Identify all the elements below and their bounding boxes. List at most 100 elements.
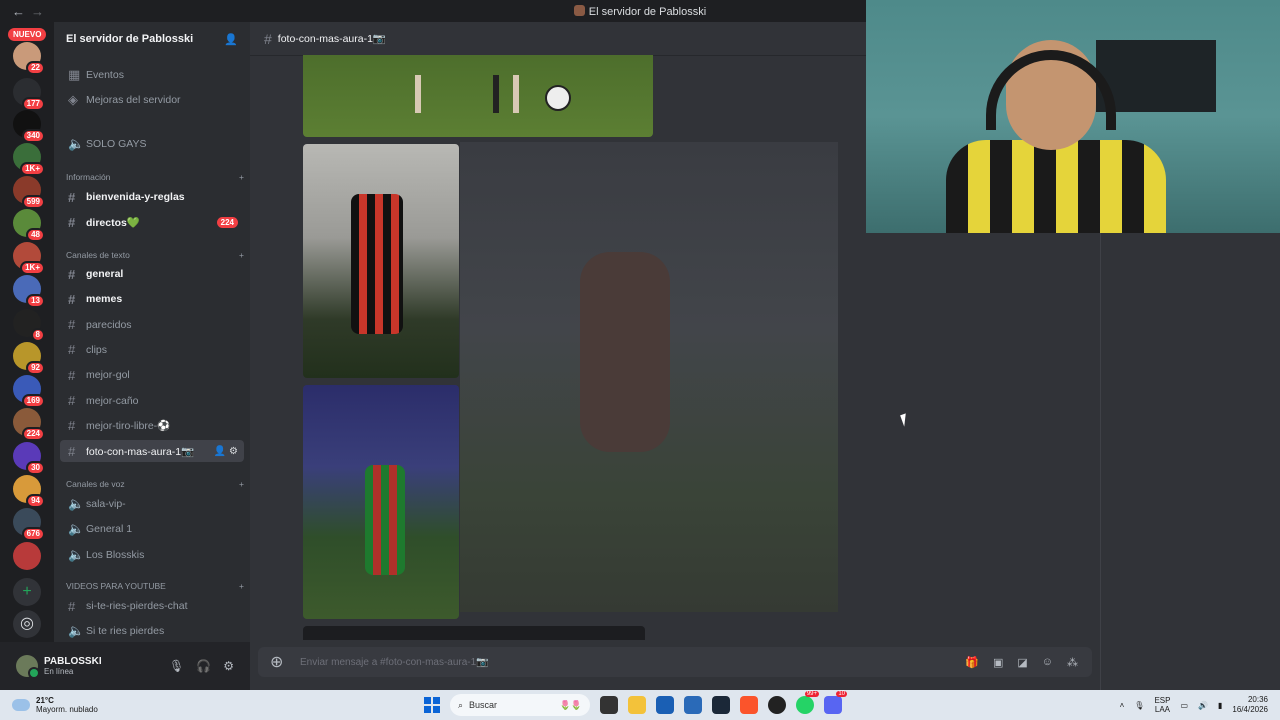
- battery-icon[interactable]: ▮: [1218, 701, 1222, 710]
- channel-item[interactable]: # parecidos: [60, 314, 244, 336]
- server-icon[interactable]: 169: [13, 375, 45, 408]
- server-icon[interactable]: 340: [13, 110, 45, 143]
- language-indicator[interactable]: ESP LAA: [1154, 696, 1170, 714]
- server-icon[interactable]: 1K+: [13, 143, 45, 176]
- weather-widget[interactable]: 21°C Mayorm. nublado: [12, 696, 98, 714]
- message-image-1[interactable]: [303, 55, 653, 137]
- server-icon[interactable]: 92: [13, 342, 45, 375]
- system-tray: ˄ 🎙 ESP LAA ▭ 🔊 ▮ 20:36 16/4/2026: [1120, 695, 1268, 715]
- server-name: El servidor de Pablosski: [66, 33, 194, 45]
- category-canales-voz[interactable]: Canales de voz +: [66, 479, 244, 489]
- hash-icon: #: [68, 266, 76, 282]
- taskbar-search[interactable]: ⌕ Buscar 🌷🌷: [450, 694, 590, 716]
- clock[interactable]: 20:36 16/4/2026: [1232, 695, 1268, 715]
- category-label: Canales de texto: [66, 250, 130, 260]
- category-videos-youtube[interactable]: VIDEOS PARA YOUTUBE +: [66, 581, 244, 591]
- volume-icon[interactable]: 🔊: [1198, 701, 1208, 710]
- voice-channel-solo[interactable]: 🔈 SOLO GAYS: [60, 133, 244, 155]
- sidebar-item-label: Mejoras del servidor: [86, 94, 181, 106]
- sticker-icon[interactable]: ◪: [1017, 656, 1027, 669]
- player-figure: [365, 465, 405, 575]
- avatar[interactable]: [16, 655, 40, 679]
- gif-icon[interactable]: ▣: [993, 656, 1003, 669]
- discord-icon[interactable]: 10: [824, 691, 847, 714]
- message-image-3[interactable]: [303, 385, 459, 619]
- server-icon[interactable]: 224: [13, 408, 45, 441]
- message-image-2[interactable]: [303, 144, 459, 378]
- server-mention-badge: 1K+: [20, 162, 45, 176]
- channel-item[interactable]: # memes: [60, 288, 244, 310]
- hash-icon: #: [68, 598, 76, 614]
- add-server-button[interactable]: +: [13, 578, 41, 606]
- sidebar-item-boosts[interactable]: ◈ Mejoras del servidor: [60, 89, 244, 111]
- server-icon[interactable]: 13: [13, 275, 45, 308]
- server-icon[interactable]: 599: [13, 176, 45, 209]
- category-label: VIDEOS PARA YOUTUBE: [66, 581, 166, 591]
- server-icon[interactable]: 676: [13, 508, 45, 541]
- player-leg: [513, 75, 519, 113]
- category-label: Canales de voz: [66, 479, 125, 489]
- server-icon[interactable]: 30: [13, 442, 45, 475]
- server-mention-badge: 8: [30, 328, 45, 342]
- gift-icon[interactable]: 🎁: [965, 656, 979, 669]
- brave-icon[interactable]: [740, 696, 758, 714]
- add-channel-icon[interactable]: +: [239, 479, 244, 489]
- server-icon[interactable]: 1K+: [13, 242, 45, 275]
- channel-label: foto-con-mas-aura-1📷: [86, 445, 195, 458]
- attach-plus-icon[interactable]: ⊕: [270, 652, 300, 672]
- invite-icon[interactable]: 👤: [224, 33, 238, 46]
- temperature: 21°C: [36, 696, 54, 705]
- add-channel-icon[interactable]: +: [239, 172, 244, 182]
- category-informacion[interactable]: Información +: [66, 172, 244, 182]
- outlook-icon[interactable]: [684, 696, 702, 714]
- sidebar-item-eventos[interactable]: ▦ Eventos: [60, 64, 244, 86]
- taskview-icon[interactable]: [600, 696, 618, 714]
- server-icon[interactable]: 22: [13, 42, 45, 75]
- message-image-4[interactable]: [303, 626, 645, 640]
- channel-si-te-ries-chat[interactable]: # si-te-ries-pierdes-chat: [60, 595, 244, 617]
- store-icon[interactable]: [656, 696, 674, 714]
- whatsapp-icon[interactable]: 99+: [796, 691, 819, 714]
- channel-item[interactable]: # mejor-gol: [60, 364, 244, 386]
- channel-bienvenida[interactable]: # bienvenida-y-reglas: [60, 186, 244, 208]
- monitor-icon[interactable]: ▭: [1180, 701, 1188, 710]
- voice-channel-si-te-ries[interactable]: 🔈 Si te ries pierdes: [60, 620, 244, 642]
- channel-settings-icon[interactable]: 👤 ⚙: [214, 446, 238, 457]
- server-header[interactable]: El servidor de Pablosski 👤: [54, 22, 250, 56]
- add-channel-icon[interactable]: +: [239, 581, 244, 591]
- message-input[interactable]: [300, 656, 900, 668]
- steam-icon[interactable]: [712, 696, 730, 714]
- speaker-icon: 🔈: [68, 521, 85, 537]
- headphones-icon[interactable]: 🎧: [196, 659, 211, 673]
- hash-icon: #: [68, 317, 76, 333]
- voice-channel-item[interactable]: 🔈 sala-vip-: [60, 493, 244, 515]
- channel-label: directos💚: [86, 216, 140, 229]
- settings-gear-icon[interactable]: ⚙: [223, 659, 234, 673]
- chevron-up-icon[interactable]: ˄: [1120, 701, 1125, 710]
- server-icon[interactable]: 177: [13, 78, 45, 111]
- channel-item[interactable]: # mejor-tiro-libre-⚽: [60, 415, 244, 437]
- server-icon[interactable]: [13, 542, 41, 570]
- server-icon[interactable]: 8: [13, 309, 45, 342]
- channel-item[interactable]: # clips: [60, 339, 244, 361]
- add-channel-icon[interactable]: +: [239, 250, 244, 260]
- server-icon[interactable]: 48: [13, 209, 45, 242]
- microphone-icon[interactable]: 🎙: [1134, 701, 1144, 710]
- channel-item[interactable]: # mejor-caño: [60, 390, 244, 412]
- apps-icon[interactable]: ⁂: [1067, 656, 1078, 669]
- server-mention-badge: 13: [26, 294, 45, 308]
- obs-icon[interactable]: [768, 696, 786, 714]
- emoji-icon[interactable]: ☺: [1042, 656, 1053, 669]
- server-mention-badge: 30: [26, 461, 45, 475]
- channel-directos[interactable]: # directos💚 224: [60, 211, 244, 233]
- windows-start-icon[interactable]: [424, 697, 440, 713]
- category-canales-texto[interactable]: Canales de texto +: [66, 250, 244, 260]
- channel-item[interactable]: # foto-con-mas-aura-1📷 👤 ⚙: [60, 440, 244, 463]
- voice-channel-item[interactable]: 🔈 General 1: [60, 518, 244, 540]
- channel-item[interactable]: # general: [60, 263, 244, 285]
- file-explorer-icon[interactable]: [628, 696, 646, 714]
- server-icon[interactable]: 94: [13, 475, 45, 508]
- voice-channel-item[interactable]: 🔈 Los Blosskis: [60, 544, 244, 566]
- discover-servers-button[interactable]: ◎: [13, 610, 41, 638]
- microphone-icon[interactable]: 🎙: [169, 659, 184, 673]
